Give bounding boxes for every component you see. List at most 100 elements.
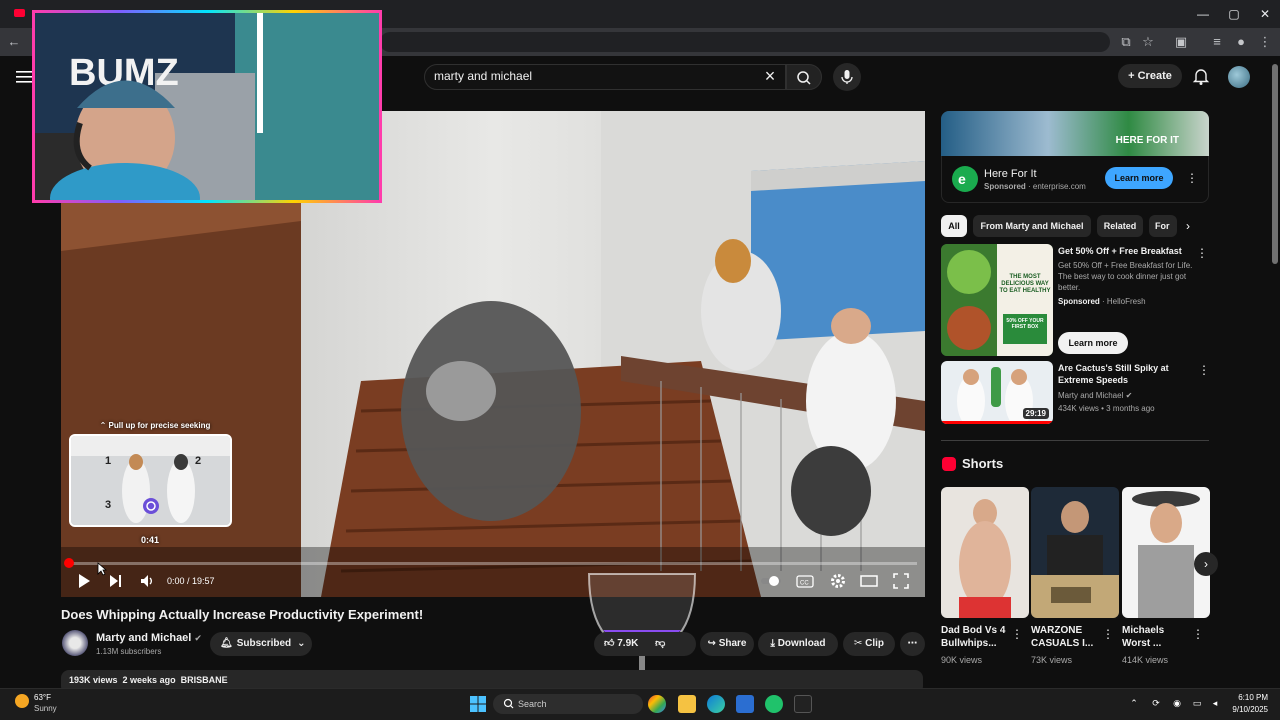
chevron-down-icon: ⌄ [297, 638, 306, 649]
app-icon[interactable] [765, 695, 783, 713]
sidepanel-icon[interactable]: ▣ [1172, 33, 1190, 51]
next-button[interactable] [108, 572, 124, 590]
weather-sun-icon[interactable] [15, 694, 29, 708]
ad-banner-image[interactable]: HERE FOR IT [941, 111, 1209, 156]
download-label: Download [777, 638, 826, 649]
address-bar[interactable] [380, 32, 1110, 52]
divider [941, 440, 1209, 441]
shorts-next-chevron-icon[interactable]: › [1194, 552, 1218, 576]
short-more-icon[interactable]: ⋮ [1011, 627, 1023, 641]
game-app-icon[interactable] [794, 695, 812, 713]
clear-search-icon[interactable]: × [760, 66, 780, 86]
tray-display-icon[interactable]: ▭ [1191, 697, 1203, 709]
minimize-button[interactable]: — [1188, 4, 1218, 24]
short-more-icon[interactable]: ⋮ [1102, 627, 1114, 641]
voice-search-button[interactable] [833, 63, 861, 91]
svg-text:e: e [958, 171, 966, 187]
channel-name[interactable]: Marty and Michael ✔ [96, 632, 202, 644]
volume-icon [141, 575, 152, 587]
tray-mic-icon[interactable]: ◉ [1171, 697, 1183, 709]
ad-more-icon[interactable]: ⋮ [1186, 171, 1198, 185]
install-app-icon[interactable]: ⧉ [1117, 33, 1135, 51]
short-title-3[interactable]: Michaels Worst ... [1122, 624, 1194, 650]
rec-more-icon[interactable]: ⋮ [1198, 363, 1210, 377]
play-button[interactable] [76, 572, 92, 590]
volume-button[interactable] [139, 572, 157, 590]
settings-button[interactable] [829, 572, 847, 590]
channel-avatar[interactable] [62, 630, 88, 656]
tray-sync-icon[interactable]: ⟳ [1150, 697, 1162, 709]
chip-all[interactable]: All [941, 215, 967, 237]
clip-button[interactable]: ✂ Clip [843, 632, 895, 656]
create-button[interactable]: + Create [1118, 64, 1182, 88]
rec-advertiser: HelloFresh [1106, 297, 1146, 306]
taskbar-clock-date[interactable]: 9/10/2025 [1226, 705, 1268, 714]
rec-more-icon[interactable]: ⋮ [1196, 246, 1208, 260]
maximize-button[interactable]: ▢ [1219, 4, 1249, 24]
like-button[interactable]: 👍︎ 7.9K [594, 632, 638, 656]
tray-volume-icon[interactable]: ◂ [1209, 697, 1221, 709]
seek-hint: ⌃ Pull up for precise seeking [99, 421, 211, 430]
chip-for-you[interactable]: For [1149, 215, 1177, 237]
short-title-2[interactable]: WARZONE CASUALS I... [1031, 624, 1103, 650]
preview-number-3: 3 [105, 499, 111, 511]
shorts-logo-icon [942, 457, 956, 471]
progress-scrubber-handle[interactable] [64, 558, 74, 568]
bookmark-star-icon[interactable]: ☆ [1139, 33, 1157, 51]
media-controls-icon[interactable]: ≡ [1208, 33, 1226, 51]
dislike-button[interactable]: 👎︎ [655, 632, 665, 656]
browser-tab-youtube[interactable] [8, 4, 32, 24]
rec-title-cactus[interactable]: Are Cactus's Still Spiky at Extreme Spee… [1058, 362, 1198, 386]
chip-from-channel[interactable]: From Marty and Michael [973, 215, 1091, 237]
hellofresh-thumb-headline: THE MOST DELICIOUS WAY TO EAT HEALTHY [999, 274, 1051, 294]
chrome-icon[interactable] [648, 695, 666, 713]
fullscreen-icon [893, 573, 909, 589]
scrollbar-thumb[interactable] [1272, 64, 1278, 264]
edge-icon[interactable] [707, 695, 725, 713]
tray-overflow-chevron-icon[interactable]: ⌃ [1128, 697, 1140, 709]
ad-title[interactable]: Here For It [984, 168, 1037, 180]
short-thumbnail-2[interactable] [1031, 487, 1119, 618]
hellofresh-learn-more-button[interactable]: Learn more [1058, 332, 1128, 354]
share-label: Share [718, 638, 747, 649]
close-window-button[interactable]: ✕ [1250, 4, 1280, 24]
weather-temperature: 63°F [34, 693, 51, 702]
notifications-bell-icon[interactable] [1192, 66, 1210, 86]
theater-mode-button[interactable] [860, 572, 878, 590]
back-arrow-icon[interactable]: ← [5, 33, 23, 51]
clip-label: Clip [865, 638, 885, 649]
windows-start-icon[interactable] [470, 696, 486, 712]
short-title-1[interactable]: Dad Bod Vs 4 Bullwhips... [941, 624, 1013, 650]
progress-bar[interactable] [69, 562, 917, 565]
short-thumbnail-1[interactable] [941, 487, 1029, 618]
shorts-heading: Shorts [962, 456, 1004, 471]
rec-channel-text: Marty and Michael [1058, 391, 1124, 400]
hellofresh-thumb-badge: 50% OFF YOUR FIRST BOX [1006, 318, 1044, 330]
subscribed-button[interactable]: 🔔︎ Subscribed ⌄ [210, 632, 312, 656]
video-duration: 29:19 [1022, 408, 1049, 419]
hamburger-menu-icon[interactable] [16, 70, 32, 83]
store-icon[interactable] [736, 695, 754, 713]
download-button[interactable]: ⤓ Download [758, 632, 838, 656]
short-more-icon[interactable]: ⋮ [1192, 627, 1204, 641]
share-button[interactable]: ↪ Share [700, 632, 754, 656]
more-actions-button[interactable]: ⋯ [900, 632, 925, 656]
short-thumbnail-3[interactable] [1122, 487, 1210, 618]
fullscreen-button[interactable] [892, 572, 910, 590]
captions-button[interactable]: CC [796, 572, 814, 590]
rec-title-hellofresh[interactable]: Get 50% Off + Free Breakfast [1058, 245, 1198, 257]
taskbar-search-box[interactable] [493, 694, 643, 714]
search-button[interactable] [786, 64, 822, 90]
profile-icon[interactable]: ● [1232, 33, 1250, 51]
ad-learn-more-button[interactable]: Learn more [1105, 167, 1173, 189]
browser-menu-icon[interactable]: ⋮ [1256, 33, 1274, 51]
file-explorer-icon[interactable] [678, 695, 696, 713]
hellofresh-ad-thumbnail[interactable]: THE MOST DELICIOUS WAY TO EAT HEALTHY 50… [941, 244, 1053, 356]
account-avatar[interactable] [1228, 66, 1250, 88]
video-thumbnail-cactus[interactable]: 29:19 [941, 361, 1053, 424]
autoplay-toggle[interactable] [760, 572, 784, 590]
mouse-cursor-icon [97, 562, 108, 576]
chips-next-chevron-icon[interactable]: › [1186, 219, 1190, 233]
taskbar-clock-time[interactable]: 6:10 PM [1232, 693, 1268, 702]
chip-related[interactable]: Related [1097, 215, 1143, 237]
